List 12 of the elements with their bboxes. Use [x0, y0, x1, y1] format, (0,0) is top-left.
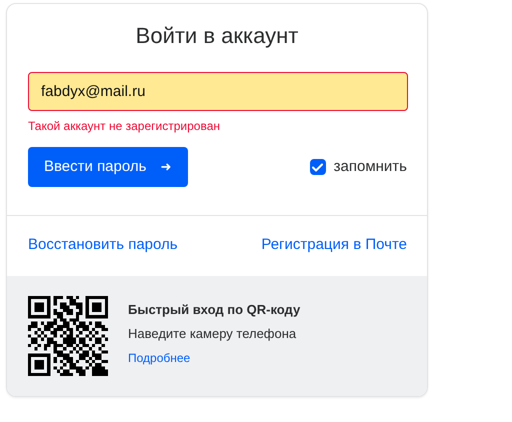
- link[interactable]: Восстановить пароль: [28, 236, 178, 254]
- email-field[interactable]: fabdyx@mail.ru: [28, 72, 408, 111]
- login-title: Войти в аккаунт: [134, 22, 300, 50]
- submit-button[interactable]: Ввести пароль ➜: [28, 147, 188, 187]
- link[interactable]: Регистрация в Почте: [261, 236, 407, 254]
- qr-hint: Наведите камеру телефона: [128, 326, 298, 342]
- more-link[interactable]: Подробнее: [128, 350, 190, 366]
- error-message: Такой аккаунт не зарегистрирован: [28, 119, 221, 133]
- remember-checkbox[interactable]: [310, 159, 326, 175]
- qr-title: Быстрый вход по QR-коду: [128, 302, 300, 318]
- arrow-icon: ➜: [160, 157, 172, 177]
- remember-label: запомнить: [334, 156, 407, 177]
